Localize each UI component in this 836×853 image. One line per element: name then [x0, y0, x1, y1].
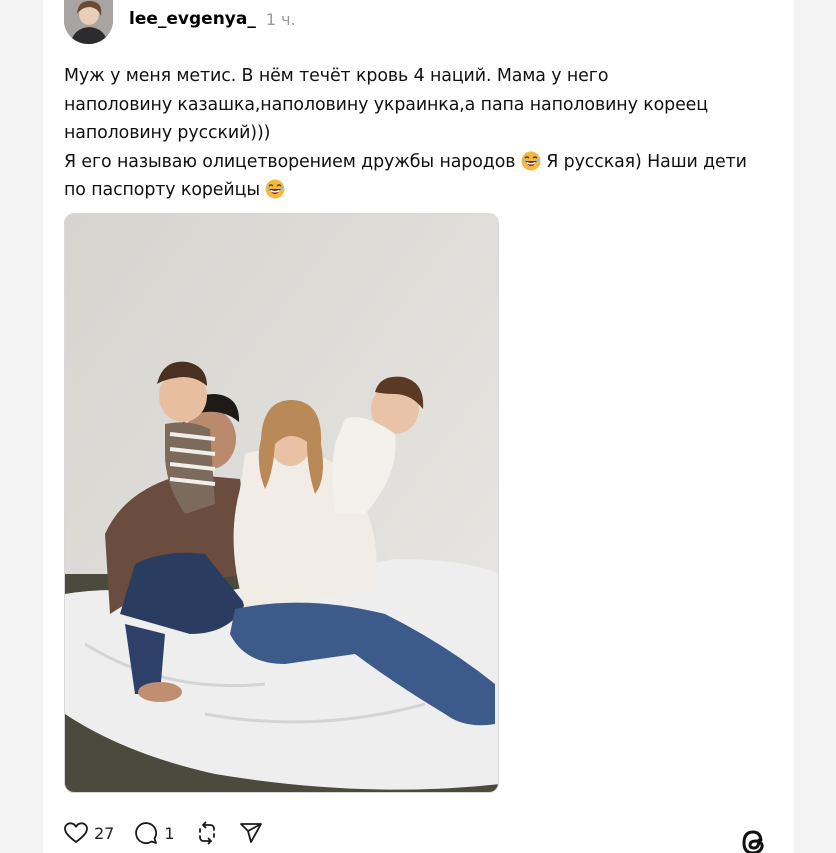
post-header: lee_evgenya_ 1 ч. [64, 0, 296, 44]
avatar[interactable] [64, 0, 113, 44]
repost-icon [198, 821, 215, 845]
threads-logo-icon[interactable] [739, 830, 769, 853]
share-icon [239, 823, 262, 843]
repost-button[interactable] [195, 821, 219, 845]
text-line: наполовину казашка,наполовину украинка,а… [64, 94, 709, 115]
text-line: наполовину русский))) [64, 123, 271, 143]
post-text: Муж у меня метис. В нём течёт кровь 4 на… [64, 62, 784, 205]
laughing-face-emoji-icon [521, 151, 541, 170]
laughing-face-emoji-icon [265, 179, 285, 199]
comment-count: 1 [164, 823, 175, 843]
share-button[interactable] [239, 821, 263, 845]
heart-icon [64, 822, 88, 843]
text-line: Муж у меня метис. В нём течёт кровь 4 на… [64, 66, 609, 86]
like-button[interactable]: 27 [64, 822, 114, 844]
comment-icon [135, 822, 158, 844]
text-line: по паспорту корейцы [64, 180, 266, 200]
post-image[interactable] [64, 213, 499, 793]
like-count: 27 [94, 823, 115, 843]
comment-button[interactable]: 1 [134, 821, 175, 845]
username[interactable]: lee_evgenya_ [129, 9, 256, 29]
text-line: Я русская) Наши дети [540, 151, 747, 172]
post-card: lee_evgenya_ 1 ч. Муж у меня метис. В нё… [43, 0, 794, 853]
post-actions: 27 1 [64, 818, 283, 848]
text-line: Я его называю олицетворением дружбы наро… [64, 151, 521, 172]
post-time: 1 ч. [265, 9, 296, 29]
